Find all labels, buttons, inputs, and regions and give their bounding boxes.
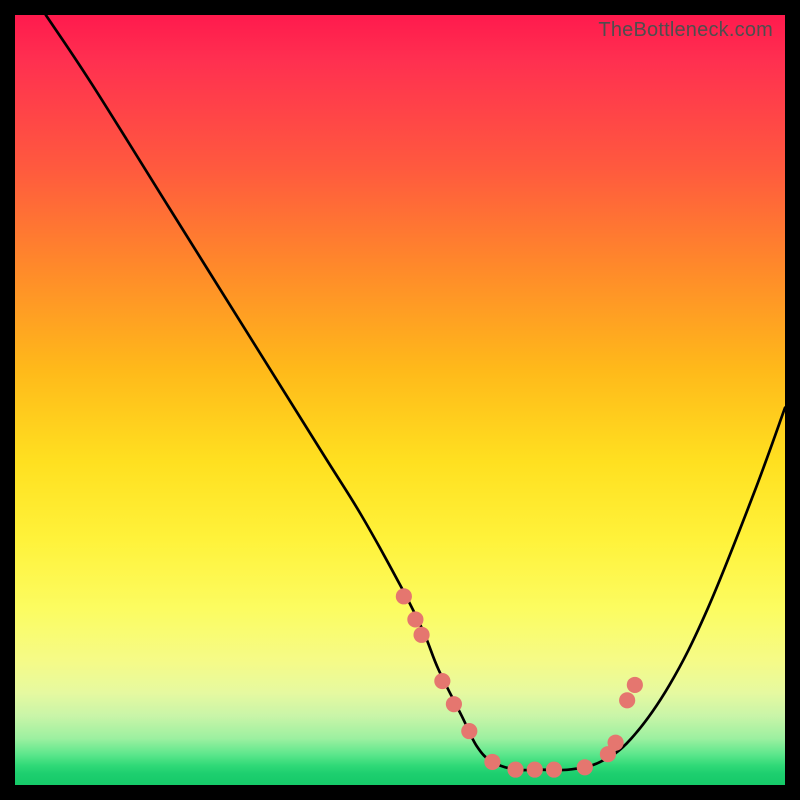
chart-frame: TheBottleneck.com <box>0 0 800 800</box>
curve-layer <box>15 15 785 785</box>
marker-dot <box>608 735 624 751</box>
marker-dot <box>546 762 562 778</box>
marker-dot <box>627 677 643 693</box>
marker-dot <box>413 627 429 643</box>
marker-dot <box>434 673 450 689</box>
marker-dot <box>484 754 500 770</box>
plot-area: TheBottleneck.com <box>15 15 785 785</box>
marker-dot <box>507 762 523 778</box>
marker-dot <box>396 588 412 604</box>
marker-dot <box>446 696 462 712</box>
bottleneck-curve <box>46 15 785 770</box>
marker-dot <box>461 723 477 739</box>
curve-markers <box>396 588 643 777</box>
marker-dot <box>619 692 635 708</box>
marker-dot <box>407 611 423 627</box>
marker-dot <box>577 759 593 775</box>
marker-dot <box>527 762 543 778</box>
